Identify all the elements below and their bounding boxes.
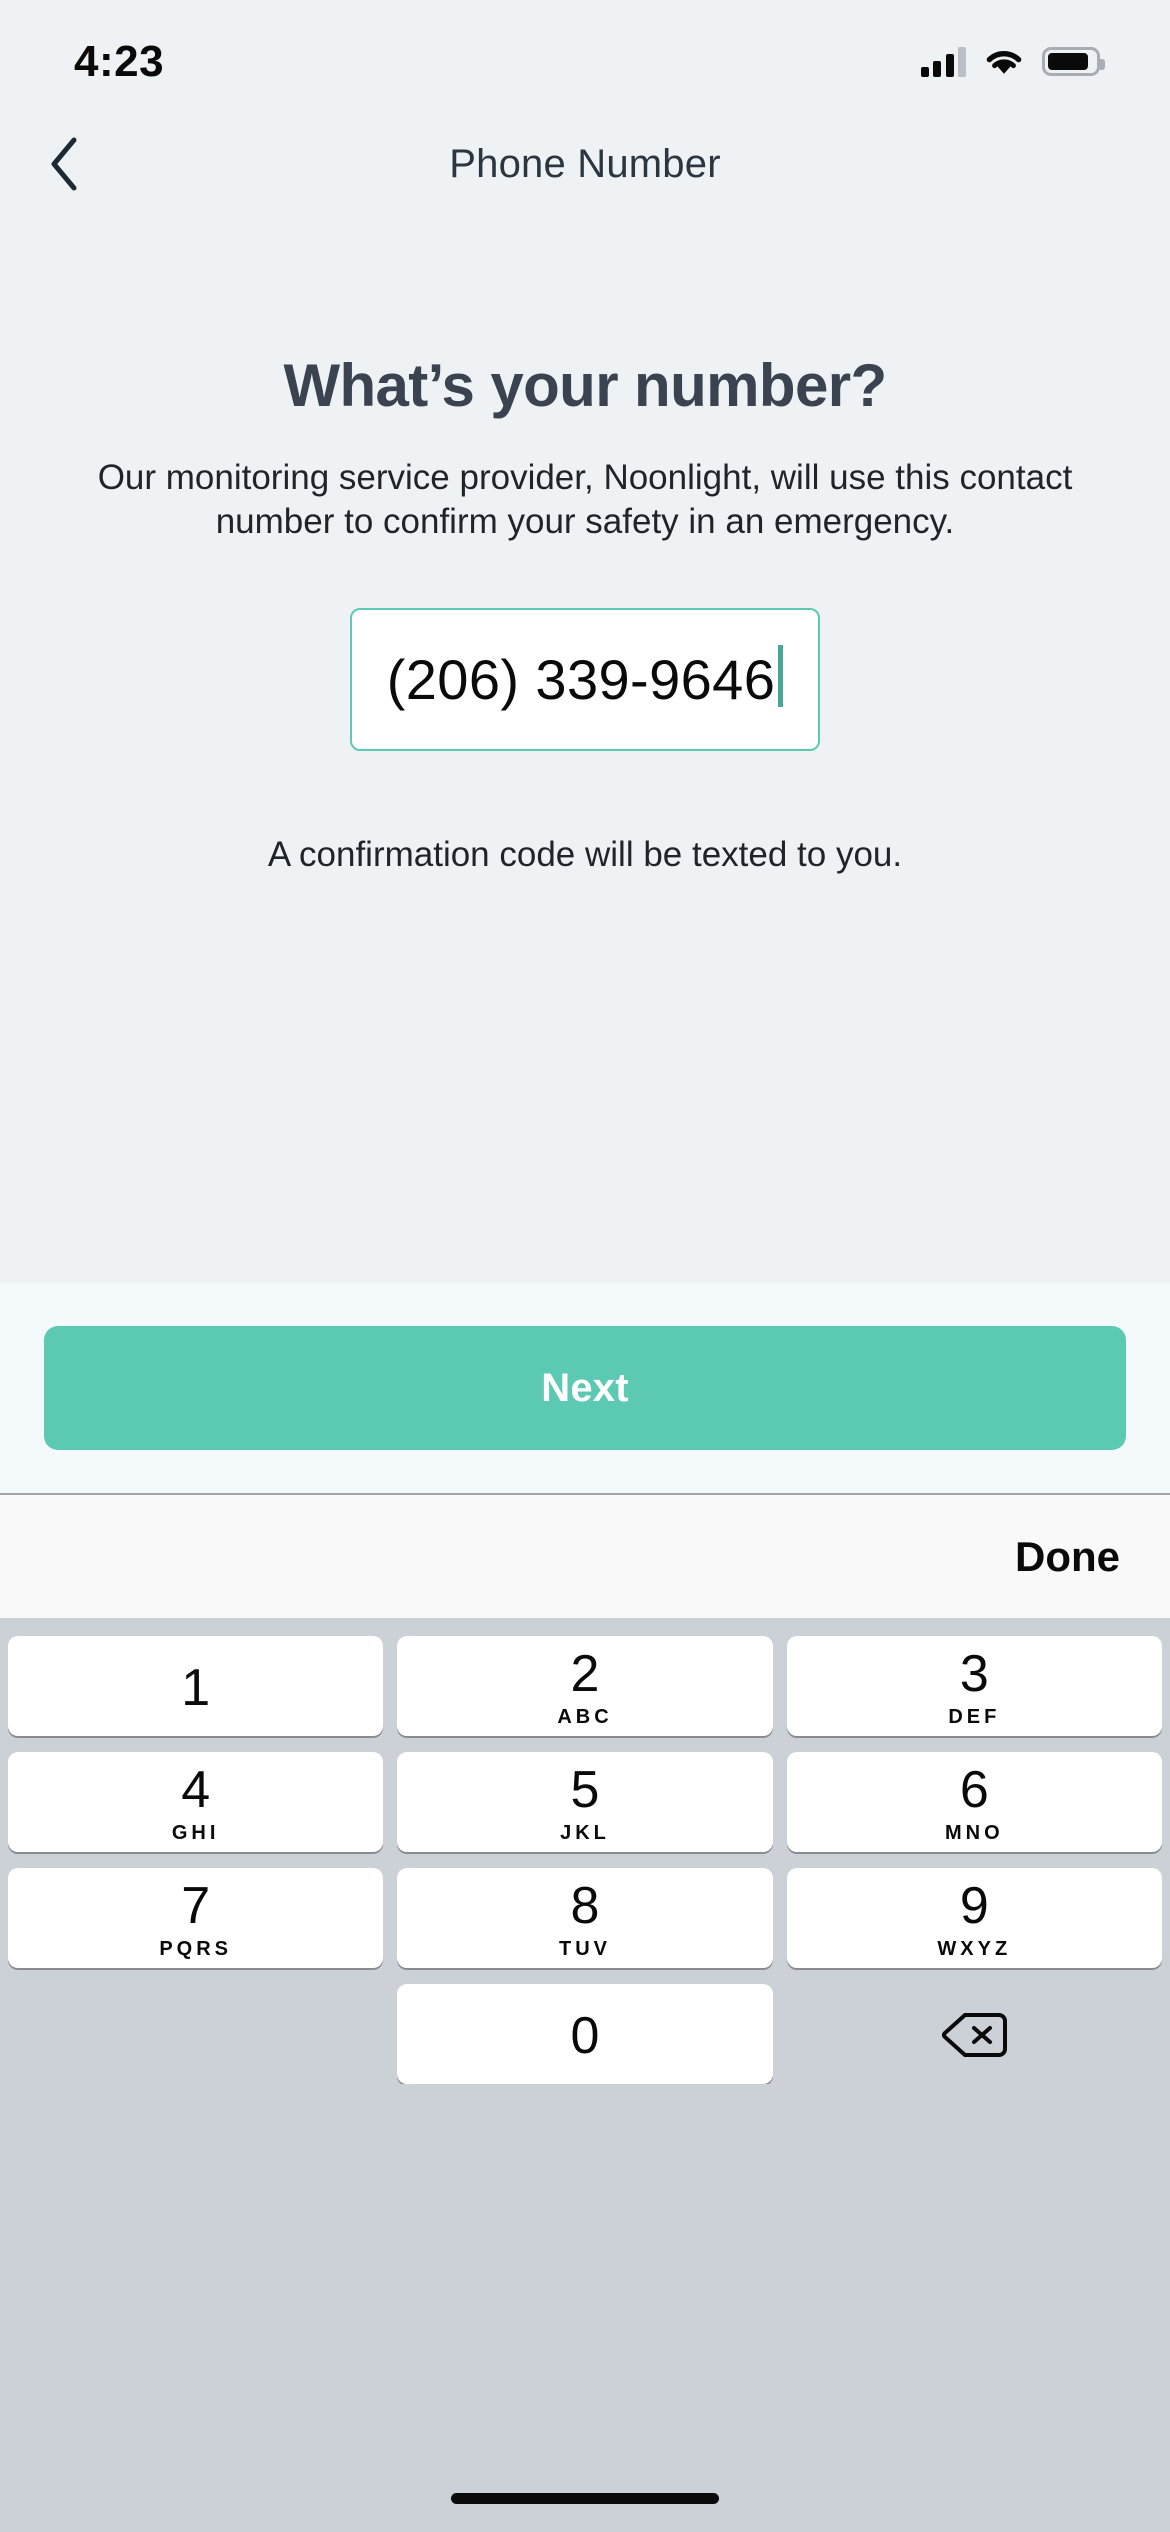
keypad-row: 4 GHI 5 JKL 6 MNO bbox=[8, 1752, 1162, 1852]
phone-number-value: (206) 339-9646 bbox=[387, 647, 776, 712]
cellular-signal-icon bbox=[921, 47, 967, 77]
keypad-key-letters: PQRS bbox=[159, 1939, 232, 1959]
keypad-key-letters: GHI bbox=[172, 1823, 220, 1843]
keypad-key-digit: 3 bbox=[960, 1648, 989, 1700]
navigation-bar: Phone Number bbox=[0, 105, 1170, 223]
keypad-key-digit: 4 bbox=[181, 1764, 210, 1816]
keypad-key-letters: MNO bbox=[945, 1823, 1004, 1843]
keypad-row: 7 PQRS 8 TUV 9 WXYZ bbox=[8, 1868, 1162, 1968]
keypad-key-6[interactable]: 6 MNO bbox=[787, 1752, 1162, 1852]
phone-number-screen: 4:23 Phone Number What’s your number? bbox=[0, 0, 1170, 2532]
keypad-key-digit: 0 bbox=[571, 2010, 600, 2062]
helper-text: A confirmation code will be texted to yo… bbox=[268, 835, 902, 875]
back-button[interactable] bbox=[28, 128, 100, 200]
keypad-key-1[interactable]: 1 bbox=[8, 1636, 383, 1736]
phone-number-input[interactable]: (206) 339-9646 bbox=[350, 608, 820, 751]
description-text: Our monitoring service provider, Noonlig… bbox=[80, 456, 1090, 545]
headline: What’s your number? bbox=[283, 351, 886, 420]
keypad-key-3[interactable]: 3 DEF bbox=[787, 1636, 1162, 1736]
numeric-keypad: 1 2 ABC 3 DEF 4 GHI 5 JKL 6 MNO 7 PQRS 8 TUV 9 WXYZ 0 bbox=[0, 1618, 1170, 2084]
backspace-icon bbox=[941, 2011, 1007, 2059]
keypad-key-digit: 2 bbox=[571, 1648, 600, 1700]
keypad-key-digit: 5 bbox=[571, 1764, 600, 1816]
keypad-key-7[interactable]: 7 PQRS bbox=[8, 1868, 383, 1968]
page-title: Phone Number bbox=[449, 142, 720, 187]
keypad-key-5[interactable]: 5 JKL bbox=[397, 1752, 772, 1852]
keypad-key-letters: ABC bbox=[557, 1707, 612, 1727]
keypad-key-0[interactable]: 0 bbox=[397, 1984, 772, 2084]
chevron-left-icon bbox=[49, 137, 79, 191]
keypad-key-digit: 8 bbox=[571, 1880, 600, 1932]
home-indicator bbox=[451, 2493, 719, 2504]
keypad-key-digit: 1 bbox=[181, 1662, 210, 1714]
keypad-key-digit: 9 bbox=[960, 1880, 989, 1932]
keypad-row: 0 bbox=[8, 1984, 1162, 2084]
keypad-key-2[interactable]: 2 ABC bbox=[397, 1636, 772, 1736]
main-content: What’s your number? Our monitoring servi… bbox=[0, 223, 1170, 1283]
keypad-key-backspace[interactable] bbox=[787, 1984, 1162, 2084]
status-bar: 4:23 bbox=[0, 0, 1170, 105]
keypad-key-digit: 7 bbox=[181, 1880, 210, 1932]
done-button[interactable]: Done bbox=[1001, 1525, 1134, 1589]
keypad-key-letters: WXYZ bbox=[937, 1939, 1011, 1959]
status-bar-time: 4:23 bbox=[74, 37, 164, 87]
keypad-key-digit: 6 bbox=[960, 1764, 989, 1816]
keypad-key-8[interactable]: 8 TUV bbox=[397, 1868, 772, 1968]
status-bar-icons bbox=[921, 47, 1101, 77]
text-cursor bbox=[778, 645, 783, 707]
cta-area: Next bbox=[0, 1283, 1170, 1493]
next-button[interactable]: Next bbox=[44, 1326, 1126, 1450]
keypad-key-letters: JKL bbox=[560, 1823, 610, 1843]
keypad-key-9[interactable]: 9 WXYZ bbox=[787, 1868, 1162, 1968]
keypad-spacer bbox=[8, 1984, 383, 2084]
battery-level-fill bbox=[1048, 53, 1088, 70]
wifi-icon bbox=[985, 47, 1023, 77]
home-indicator-area bbox=[0, 2084, 1170, 2532]
battery-icon bbox=[1042, 47, 1100, 76]
keypad-row: 1 2 ABC 3 DEF bbox=[8, 1636, 1162, 1736]
keypad-key-letters: DEF bbox=[948, 1707, 1000, 1727]
keyboard-accessory-bar: Done bbox=[0, 1493, 1170, 1618]
keypad-key-4[interactable]: 4 GHI bbox=[8, 1752, 383, 1852]
keypad-key-letters: TUV bbox=[559, 1939, 611, 1959]
